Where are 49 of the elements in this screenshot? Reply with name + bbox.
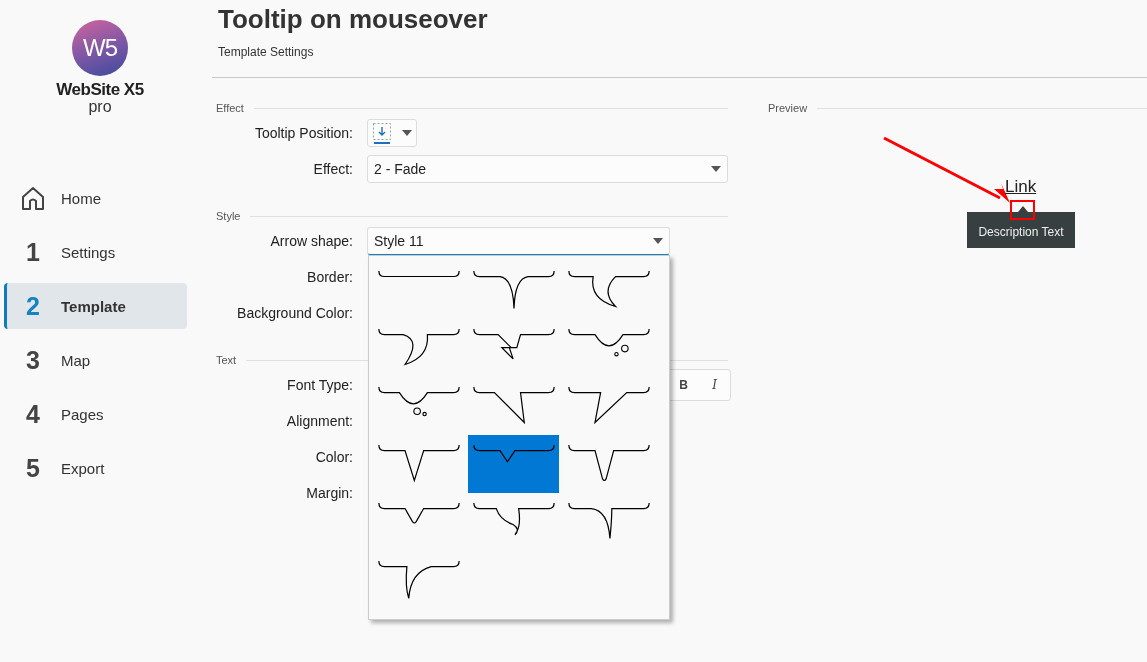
nav-item[interactable]: 1 Settings [4,229,187,275]
field-label: Alignment: [285,413,353,429]
section-title: Style [216,210,241,222]
home-icon [21,186,45,210]
field-label: Font Type: [286,377,353,393]
step-number: 1 [25,237,41,267]
nav-item[interactable]: 5 Export [4,445,187,491]
field-label: Arrow shape: [269,233,353,249]
section-title: Text [216,354,237,366]
speech-bubble-arrow-icon [566,327,651,358]
nav-label: Settings [61,243,116,261]
caret-icon [653,238,663,244]
section-title: Preview [768,102,808,114]
bold-button[interactable]: B [668,370,699,400]
section-title: Effect [216,102,244,114]
effect-dropdown[interactable]: 2 - Fade [367,155,728,183]
nav-label: Pages [61,405,104,423]
nav-item[interactable]: 4 Pages [4,391,187,437]
step-number: 4 [25,399,41,429]
position-below-icon [372,122,392,144]
field-label: Tooltip Position: [253,125,353,141]
nav-label: Export [61,459,105,477]
tooltip-position-dropdown[interactable] [367,119,417,147]
product-name: WebSite X5 [56,80,144,100]
nav-label: Home [61,189,101,207]
nav-item[interactable]: 2 Template [4,283,187,329]
step-number: 2 [25,291,41,321]
nav-item[interactable]: Home [4,175,187,221]
step-number: 3 [25,345,41,375]
product-edition: pro [88,100,112,114]
nav-label: Template [61,297,126,315]
preview-link[interactable]: Link [1005,177,1037,197]
tooltip-preview: Description Text [967,212,1075,248]
caret-icon [402,130,412,136]
field-label: Margin: [305,485,353,501]
nav-item[interactable]: 3 Map [4,337,187,383]
page-subtitle: Template Settings [218,45,315,59]
page-title: Tooltip on mouseover [218,4,489,35]
caret-icon [711,166,721,172]
step-number: 5 [25,453,41,483]
field-label: Background Color: [236,305,353,321]
nav-label: Map [61,351,91,369]
field-label: Color: [314,449,353,465]
italic-button[interactable]: I [699,370,730,400]
logo-badge: W5 [72,20,128,76]
field-label: Effect: [312,161,353,177]
field-label: Border: [306,269,353,285]
arrow-shape-dropdown[interactable]: Style 11 [367,227,670,255]
highlight-rectangle [1010,200,1035,220]
